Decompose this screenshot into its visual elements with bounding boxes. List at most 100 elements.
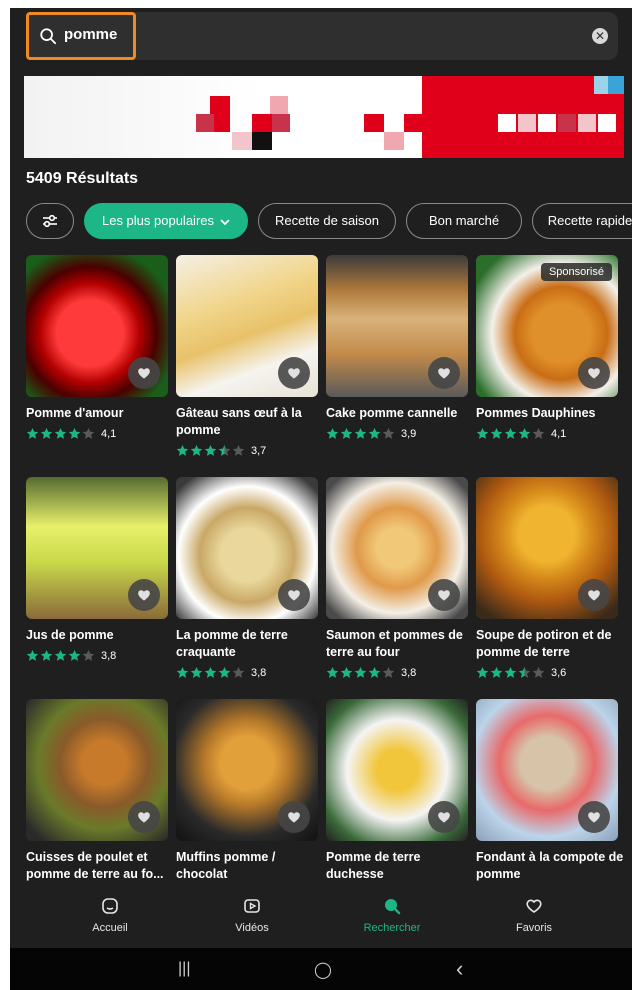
star-icon <box>340 666 353 678</box>
rating-value: 3,8 <box>101 649 117 662</box>
heart-icon <box>526 899 542 913</box>
favorite-button[interactable] <box>428 357 460 389</box>
nav-search[interactable]: Rechercher <box>342 896 442 934</box>
recipe-title[interactable]: Saumon et pommes de terre au four <box>326 627 474 661</box>
search-bar[interactable]: pomme ✕ <box>26 12 618 60</box>
app-screen: pomme ✕ 5409 Résultats Les plus populair… <box>10 8 632 990</box>
star-icon <box>176 666 189 678</box>
rating-value: 3,9 <box>401 427 417 440</box>
favorite-button[interactable] <box>128 579 160 611</box>
recipe-title[interactable]: Pomme d'amour <box>26 405 174 422</box>
recipe-image[interactable] <box>26 255 168 397</box>
home-icon <box>102 898 118 914</box>
recipe-image[interactable] <box>326 255 468 397</box>
recipe-image[interactable] <box>26 699 168 841</box>
star-icon <box>340 427 353 439</box>
favorite-button[interactable] <box>428 801 460 833</box>
recipe-title[interactable]: Soupe de potiron et de pomme de terre <box>476 627 624 661</box>
star-icon <box>232 666 245 678</box>
star-icon <box>82 427 95 439</box>
recipe-title[interactable]: Pommes Dauphines <box>476 405 624 422</box>
rating: 3,9 <box>326 427 416 440</box>
favorite-button[interactable] <box>278 579 310 611</box>
filter-bar: Les plus populaires Recette de saison Bo… <box>26 203 632 239</box>
recipe-title[interactable]: La pomme de terre craquante <box>176 627 324 661</box>
favorite-button[interactable] <box>278 801 310 833</box>
star-icon <box>490 666 503 678</box>
star-icon <box>218 666 231 678</box>
chip-label: Recette de saison <box>274 213 380 228</box>
favorite-button[interactable] <box>128 801 160 833</box>
nav-home[interactable]: Accueil <box>60 896 160 934</box>
star-icon <box>68 649 81 661</box>
star-icon <box>368 427 381 439</box>
star-icon <box>54 649 67 661</box>
star-icon <box>490 427 503 439</box>
heart-icon <box>138 590 150 601</box>
rating-value: 3,8 <box>401 666 417 679</box>
recipe-title[interactable]: Cuisses de poulet et pomme de terre au f… <box>26 849 174 883</box>
star-icon <box>532 666 545 678</box>
chip-label: Bon marché <box>428 213 500 228</box>
chip-seasonal[interactable]: Recette de saison <box>258 203 396 239</box>
favorite-button[interactable] <box>578 579 610 611</box>
recipe-image[interactable] <box>326 477 468 619</box>
heart-icon <box>438 368 450 379</box>
favorite-button[interactable] <box>578 801 610 833</box>
heart-icon <box>288 368 300 379</box>
recipe-title[interactable]: Fondant à la compote de pomme <box>476 849 624 883</box>
recipe-title[interactable]: Jus de pomme <box>26 627 174 644</box>
star-icon <box>476 427 489 439</box>
recipe-image[interactable] <box>176 699 318 841</box>
star-icon <box>382 427 395 439</box>
recents-button[interactable]: ||| <box>178 960 190 978</box>
video-icon <box>244 899 260 913</box>
recipe-image[interactable] <box>476 699 618 841</box>
chevron-down-icon <box>220 218 230 225</box>
recipe-title[interactable]: Pomme de terre duchesse <box>326 849 474 883</box>
rating: 3,8 <box>326 666 416 679</box>
star-icon <box>26 427 39 439</box>
recipe-image[interactable]: Sponsorisé <box>476 255 618 397</box>
star-icon <box>476 666 489 678</box>
ad-banner[interactable] <box>24 76 624 158</box>
recipe-title[interactable]: Gâteau sans œuf à la pomme <box>176 405 324 439</box>
chip-label: Recette rapide <box>547 213 632 228</box>
recipe-image[interactable] <box>26 477 168 619</box>
favorite-button[interactable] <box>278 357 310 389</box>
chip-cheap[interactable]: Bon marché <box>406 203 522 239</box>
heart-icon <box>588 812 600 823</box>
favorite-button[interactable] <box>128 357 160 389</box>
favorite-button[interactable] <box>428 579 460 611</box>
nav-videos[interactable]: Vidéos <box>202 896 302 934</box>
back-button[interactable]: ‹ <box>456 956 463 982</box>
nav-label: Vidéos <box>235 922 269 934</box>
nav-favorites[interactable]: Favoris <box>484 896 584 934</box>
star-icon <box>326 666 339 678</box>
filter-settings-button[interactable] <box>26 203 74 239</box>
star-icon <box>40 427 53 439</box>
star-icon <box>518 427 531 439</box>
rating-value: 3,7 <box>251 444 267 457</box>
chip-quick[interactable]: Recette rapide <box>532 203 632 239</box>
heart-icon <box>588 368 600 379</box>
recipe-title[interactable]: Cake pomme cannelle <box>326 405 474 422</box>
rating: 3,6 <box>476 666 566 679</box>
recipe-title[interactable]: Muffins pomme / chocolat <box>176 849 324 883</box>
heart-icon <box>438 590 450 601</box>
chip-most-popular[interactable]: Les plus populaires <box>84 203 248 239</box>
recipe-image[interactable] <box>326 699 468 841</box>
recipe-image[interactable] <box>476 477 618 619</box>
recipe-image[interactable] <box>176 255 318 397</box>
favorite-button[interactable] <box>578 357 610 389</box>
star-icon <box>232 444 245 456</box>
star-icon <box>354 427 367 439</box>
results-count: 5409 Résultats <box>26 170 139 187</box>
close-icon[interactable]: ✕ <box>592 28 608 44</box>
rating: 4,1 <box>476 427 566 440</box>
rating: 4,1 <box>26 427 116 440</box>
heart-icon <box>288 812 300 823</box>
heart-icon <box>138 812 150 823</box>
recipe-image[interactable] <box>176 477 318 619</box>
home-button[interactable]: ◯ <box>314 960 332 980</box>
